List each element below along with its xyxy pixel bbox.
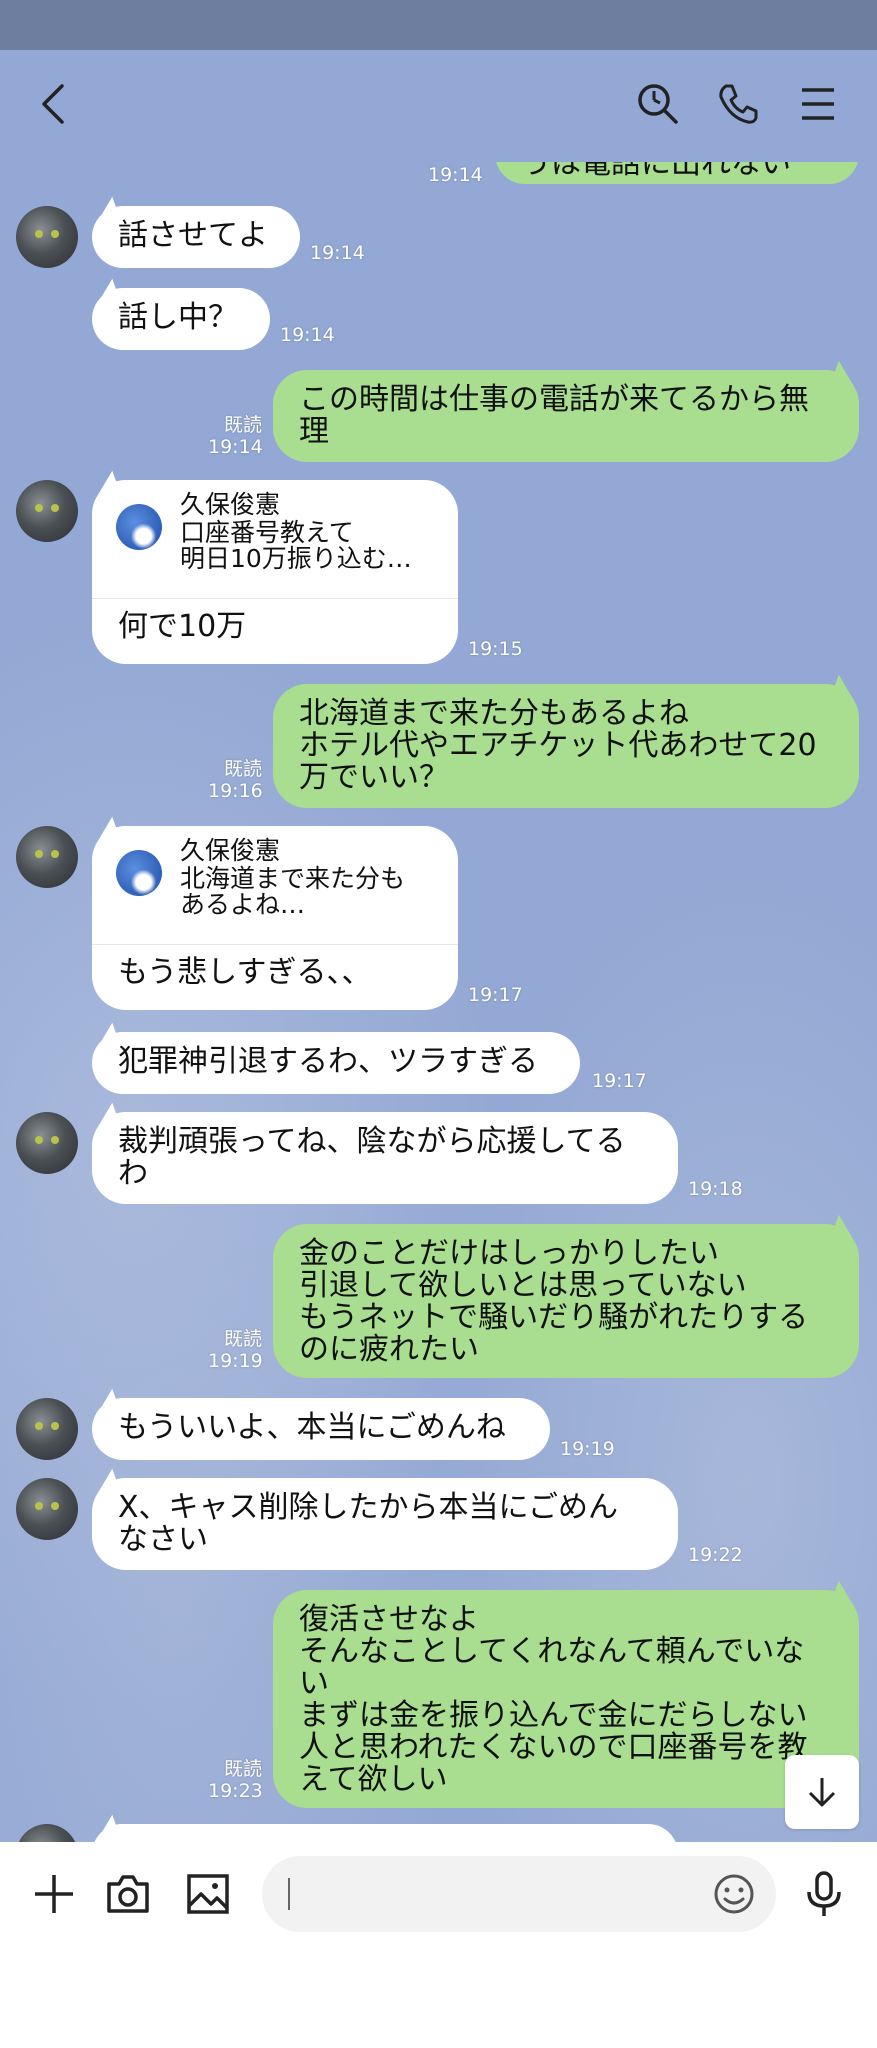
read-receipt: 既読 (223, 1758, 262, 1780)
image-button[interactable] (180, 1866, 236, 1922)
message-text: 裁判頑張ってね、陰ながら応援してる (118, 1124, 626, 1159)
menu-icon (802, 88, 834, 120)
outgoing-bubble[interactable]: 北海道まで来た分もあるよね ホテル代やエアチケット代あわせて20 万でいい？ (273, 684, 859, 808)
quoted-sender: 久保俊憲 (180, 836, 281, 865)
message-text: 復活させなよ (299, 1602, 479, 1637)
message-text: もういいよ、本当にごめんね (118, 1410, 506, 1445)
avatar[interactable] (16, 1398, 78, 1460)
message-text: のに疲れたい (299, 1332, 479, 1367)
message-time: 19:19 (560, 1438, 615, 1460)
message-text: 金のことだけはしっかりしたい (299, 1236, 719, 1271)
camera-button[interactable] (100, 1866, 156, 1922)
voice-button[interactable] (796, 1866, 852, 1922)
quoted-sender: 久保俊憲 (180, 490, 281, 519)
read-receipt: 既読 (223, 758, 262, 780)
chat-header (0, 50, 877, 162)
quoted-message[interactable]: 久保俊憲 北海道まで来た分も あるよね… (92, 826, 458, 945)
message-time: 19:19 (208, 1350, 263, 1372)
camera-icon (107, 1875, 149, 1913)
quoted-text: 口座番号教えて 明日10万振り込む… (180, 518, 412, 573)
message-text: もうネットで騒いだり騒がれたりする (299, 1300, 809, 1335)
message-list[interactable]: うは電話に出れない 19:14 話させてよ 19:14 話し中？ 19:14 こ… (0, 162, 877, 1842)
message-time: 19:23 (208, 1780, 263, 1802)
plus-button[interactable] (26, 1866, 82, 1922)
quoted-avatar (116, 504, 162, 550)
message-time: 19:17 (468, 984, 523, 1006)
incoming-bubble[interactable]: 裁判頑張ってね、陰ながら応援してる わ (92, 1112, 678, 1204)
avatar[interactable] (16, 480, 78, 542)
message-text: X、キャス削除したから本当にごめん (118, 1490, 618, 1525)
message-text: もう悲しすぎる、、 (118, 955, 372, 990)
incoming-bubble[interactable]: もういいよ、本当にごめんね (92, 1398, 550, 1460)
message-text: 犯罪神引退するわ、ツラすぎる (118, 1044, 538, 1079)
message-text: なさい (118, 1522, 208, 1557)
quoted-message[interactable]: 久保俊憲 口座番号教えて 明日10万振り込む… (92, 480, 458, 599)
read-receipt: 既読 (223, 414, 262, 436)
message-text: まずは金を振り込んで金にだらしない (299, 1698, 808, 1733)
message-time: 19:16 (208, 780, 263, 802)
message-time: 19:14 (310, 242, 365, 264)
message-text: 理 (299, 414, 329, 449)
outgoing-bubble[interactable]: うは電話に出れない (495, 162, 859, 184)
incoming-bubble[interactable]: 話させてよ (92, 206, 300, 268)
incoming-bubble[interactable] (92, 1824, 678, 1842)
back-button[interactable] (24, 74, 84, 134)
message-text: い (299, 1666, 329, 1701)
message-text: 話させてよ (118, 218, 268, 253)
message-time: 19:14 (428, 164, 483, 186)
call-button[interactable] (708, 74, 768, 134)
message-text: 北海道まで来た分もあるよね (299, 696, 689, 731)
quoted-text: 北海道まで来た分も あるよね… (180, 864, 406, 919)
chevron-left-icon (42, 84, 64, 124)
avatar[interactable] (16, 1478, 78, 1540)
quoted-avatar (116, 850, 162, 896)
outgoing-bubble[interactable]: 金のことだけはしっかりしたい 引退して欲しいとは思っていない もうネットで騒いだ… (273, 1224, 859, 1378)
message-text: ホテル代やエアチケット代あわせて20 (299, 728, 817, 763)
text-caret (288, 1878, 290, 1910)
message-input-bar (0, 1842, 877, 1952)
avatar[interactable] (16, 206, 78, 268)
message-text: 何で10万 (118, 609, 247, 644)
message-text: そんなことしてくれなんて頼んでいな (299, 1634, 805, 1669)
avatar[interactable] (16, 1112, 78, 1174)
message-time: 19:17 (592, 1070, 647, 1092)
incoming-reply-bubble[interactable]: 久保俊憲 口座番号教えて 明日10万振り込む… 何で10万 (92, 480, 458, 664)
message-time: 19:18 (688, 1178, 743, 1200)
avatar[interactable] (16, 1824, 78, 1842)
message-text: 万でいい？ (299, 760, 449, 795)
search-button[interactable] (628, 74, 688, 134)
phone-icon (719, 84, 758, 124)
plus-icon (35, 1875, 73, 1913)
arrow-down-icon (808, 1778, 836, 1807)
outgoing-bubble[interactable]: この時間は仕事の電話が来てるから無 理 (273, 370, 859, 462)
incoming-bubble[interactable]: 犯罪神引退するわ、ツラすぎる (92, 1032, 580, 1094)
menu-button[interactable] (788, 74, 848, 134)
message-input[interactable] (262, 1856, 776, 1932)
message-text: わ (118, 1156, 148, 1191)
message-time: 19:14 (208, 436, 263, 458)
read-receipt: 既読 (223, 1328, 262, 1350)
outgoing-bubble[interactable]: 復活させなよ そんなことしてくれなんて頼んでいな い まずは金を振り込んで金にだ… (273, 1590, 859, 1808)
emoji-button[interactable] (712, 1872, 756, 1920)
search-icon (638, 84, 678, 124)
scroll-to-bottom-button[interactable] (785, 1755, 859, 1829)
message-time: 19:22 (688, 1544, 743, 1566)
status-bar (0, 0, 877, 50)
incoming-reply-bubble[interactable]: 久保俊憲 北海道まで来た分も あるよね… もう悲しすぎる、、 (92, 826, 458, 1010)
message-text: 話し中？ (118, 300, 238, 335)
incoming-bubble[interactable]: X、キャス削除したから本当にごめん なさい (92, 1478, 678, 1570)
emoji-icon (714, 1874, 754, 1914)
microphone-icon (807, 1871, 841, 1916)
incoming-bubble[interactable]: 話し中？ (92, 288, 270, 350)
message-text: 人と思われたくないので口座番号を教 (299, 1730, 808, 1765)
avatar[interactable] (16, 826, 78, 888)
image-icon (187, 1874, 229, 1914)
message-text: えて欲しい (299, 1762, 448, 1797)
message-text: うは電話に出れない (521, 162, 791, 181)
message-text: この時間は仕事の電話が来てるから無 (299, 382, 809, 417)
message-time: 19:15 (468, 638, 523, 660)
message-time: 19:14 (280, 324, 335, 346)
message-text: 引退して欲しいとは思っていない (299, 1268, 747, 1303)
